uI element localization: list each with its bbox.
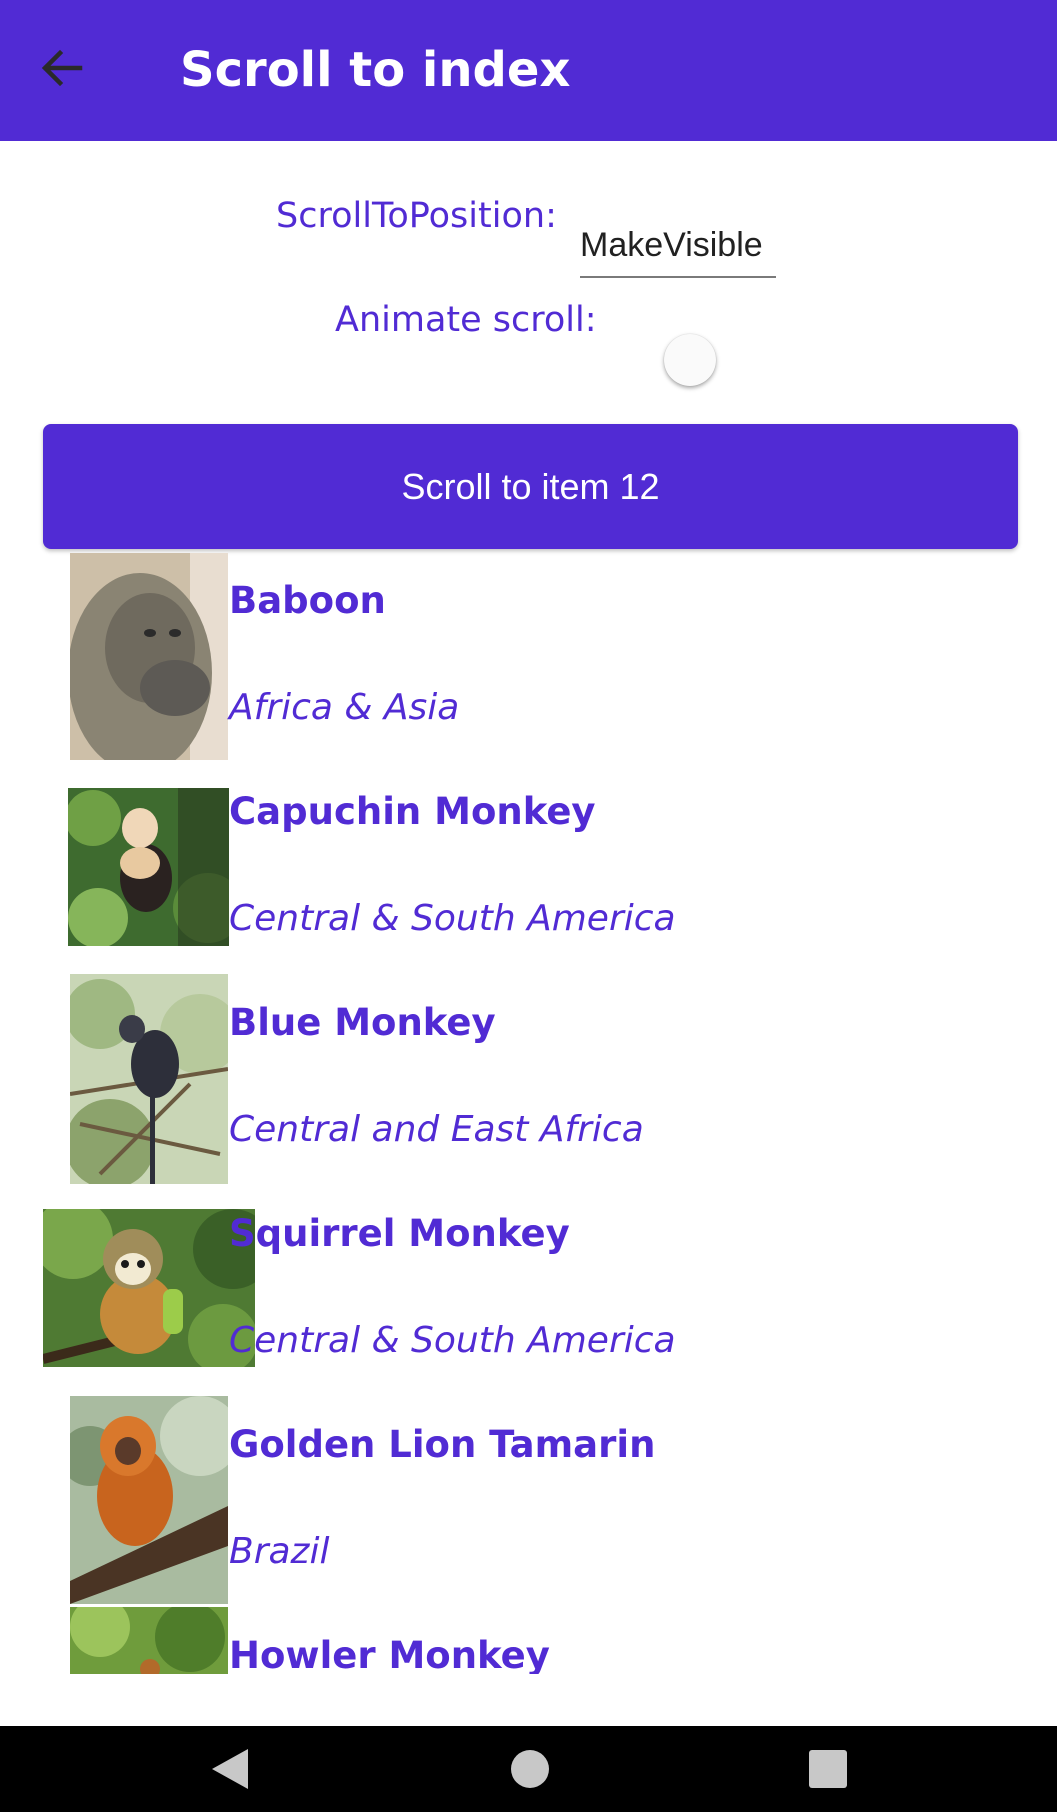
system-nav-bar xyxy=(0,1726,1057,1812)
square-recents-icon xyxy=(809,1750,847,1788)
blue-monkey-image xyxy=(70,974,228,1184)
app-bar: Scroll to index xyxy=(0,0,1057,141)
squirrel-monkey-image xyxy=(43,1209,255,1367)
list-item[interactable]: Squirrel Monkey Central & South America xyxy=(0,1182,1057,1393)
arrow-left-icon xyxy=(41,49,83,87)
nav-back-button[interactable] xyxy=(180,1726,280,1812)
scroll-to-item-button[interactable]: Scroll to item 12 xyxy=(43,424,1018,549)
item-location: Brazil xyxy=(229,1531,330,1572)
item-location: Central & South America xyxy=(229,898,676,939)
item-name: Blue Monkey xyxy=(229,1001,496,1044)
animate-scroll-switch[interactable] xyxy=(662,332,718,388)
triangle-back-icon xyxy=(212,1749,248,1789)
scroll-to-position-label: ScrollToPosition: xyxy=(276,196,557,236)
nav-recents-button[interactable] xyxy=(778,1726,878,1812)
circle-home-icon xyxy=(511,1750,549,1788)
item-location: Central and East Africa xyxy=(229,1109,644,1150)
animate-scroll-label: Animate scroll: xyxy=(335,300,597,340)
item-name: Capuchin Monkey xyxy=(229,790,596,833)
monkey-list[interactable]: Baboon Africa & Asia Capuchin Monkey Cen… xyxy=(0,549,1057,1674)
item-name: Howler Monkey xyxy=(229,1634,550,1674)
list-item[interactable]: Capuchin Monkey Central & South America xyxy=(0,760,1057,971)
howler-monkey-image xyxy=(70,1607,228,1674)
picker-value: MakeVisible xyxy=(580,226,763,264)
baboon-image xyxy=(70,553,228,760)
golden-lion-tamarin-image xyxy=(70,1396,228,1604)
item-location: Central & South America xyxy=(229,1320,676,1361)
capuchin-monkey-image xyxy=(68,788,229,946)
item-name: Golden Lion Tamarin xyxy=(229,1423,656,1466)
back-button[interactable] xyxy=(30,36,94,100)
list-item[interactable]: Baboon Africa & Asia xyxy=(0,549,1057,760)
list-item[interactable]: Blue Monkey Central and East Africa xyxy=(0,971,1057,1184)
nav-home-button[interactable] xyxy=(480,1726,580,1812)
scroll-to-position-picker[interactable]: MakeVisible xyxy=(580,222,776,278)
list-item[interactable]: Howler Monkey xyxy=(0,1604,1057,1674)
item-name: Squirrel Monkey xyxy=(229,1212,570,1255)
page-title: Scroll to index xyxy=(180,42,571,98)
item-location: Africa & Asia xyxy=(229,687,460,728)
switch-thumb[interactable] xyxy=(664,334,716,386)
list-item[interactable]: Golden Lion Tamarin Brazil xyxy=(0,1393,1057,1604)
item-name: Baboon xyxy=(229,579,386,622)
